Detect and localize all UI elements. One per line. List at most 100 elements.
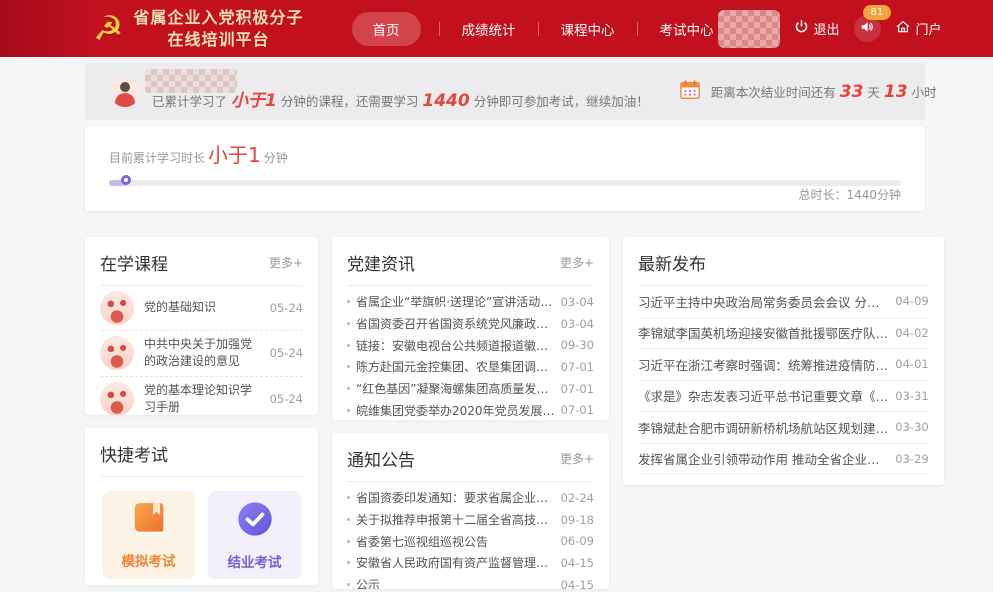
course-item[interactable]: 党的基本理论知识学习手册 05-24	[100, 376, 303, 415]
news-text: 陈方赴国元金控集团、农垦集团调研督导	[356, 358, 555, 375]
avatar-head	[120, 82, 130, 92]
party-news-more-link[interactable]: 更多+	[560, 254, 594, 271]
party-news-item[interactable]: 陈方赴国元金控集团、农垦集团调研督导 07-01	[347, 356, 594, 378]
progress-label-row: 目前累计学习时长小于1分钟	[109, 139, 901, 168]
bullet-dot	[347, 409, 350, 412]
party-news-item[interactable]: 链接：安徽电视台公共频道报道徽商职业学院... 09-30	[347, 334, 594, 356]
progress-unit: 分钟	[264, 151, 288, 165]
latest-date: 04-01	[895, 357, 928, 371]
news-text: 省国资委召开省国资系统党风廉政建设和反腐...	[356, 315, 555, 332]
notice-item[interactable]: 省委第七巡视组巡视公告 06-09	[347, 530, 594, 552]
course-name: 中共中央关于加强党的政治建设的意见	[144, 336, 260, 371]
study-minutes-done: 小于1	[227, 91, 281, 111]
news-date: 07-01	[561, 382, 594, 396]
course-thumbnail	[100, 336, 134, 370]
nav-item-label[interactable]: 课程中心	[557, 12, 619, 46]
news-date: 07-01	[561, 403, 594, 417]
latest-item[interactable]: 发挥省属企业引领带动作用 推动全省企业尽快... 03-29	[638, 444, 929, 476]
mock-exam-button[interactable]: 模拟考试	[102, 491, 195, 579]
study-text-suffix: 分钟即可参加考试，继续加油！	[474, 94, 649, 109]
courses-title: 在学课程	[100, 250, 168, 275]
courses-more-link[interactable]: 更多+	[269, 254, 303, 271]
party-news-title: 党建资讯	[347, 250, 415, 275]
notice-item[interactable]: 公示 04-15	[347, 574, 594, 589]
portal-button[interactable]: 门户	[895, 19, 942, 39]
latest-text: 李锦斌赴合肥市调研新桥机场航站区规划建设...	[638, 418, 889, 437]
course-date: 05-24	[270, 301, 303, 315]
notice-date: 04-15	[561, 578, 594, 589]
top-header: ☭ 省属企业入党积极分子 在线培训平台 首页 成绩统计 课程中心 考试中心	[0, 0, 993, 57]
party-news-item[interactable]: 皖维集团党委举办2020年党员发展对象培训班... 07-01	[347, 399, 594, 420]
nav-item-label[interactable]: 首页	[352, 12, 421, 46]
final-exam-label[interactable]: 结业考试	[228, 551, 282, 571]
deadline-days-unit: 天	[867, 85, 880, 100]
latest-text: 《求是》杂志发表习近平总书记重要文章《在...	[638, 386, 889, 405]
nav-item-label[interactable]: 成绩统计	[458, 12, 520, 46]
notice-item[interactable]: 安徽省人民政府国有资产监督管理委员会网站... 04-15	[347, 552, 594, 574]
latest-date: 04-02	[895, 326, 928, 340]
bullet-dot	[347, 365, 350, 368]
bullet-dot	[347, 300, 350, 303]
logout-label[interactable]: 退出	[814, 19, 840, 38]
course-item[interactable]: 中共中央关于加强党的政治建设的意见 05-24	[100, 330, 303, 376]
nav-item[interactable]: 考试中心	[619, 12, 718, 46]
party-news-item[interactable]: “红色基因”凝聚海螺集团高质量发展磅礴力... 07-01	[347, 378, 594, 400]
notice-item[interactable]: 省国资委印发通知：要求省属企业认真贯彻落... 02-24	[347, 487, 594, 509]
nav-item-label[interactable]: 考试中心	[656, 12, 718, 46]
latest-list: 习近平主持中央政治局常务委员会会议 分析国... 04-09 李锦斌李国英机场迎…	[638, 286, 929, 475]
course-name: 党的基本理论知识学习手册	[144, 382, 260, 415]
bullet-dot	[347, 518, 350, 521]
latest-text: 习近平主持中央政治局常务委员会会议 分析国...	[638, 292, 889, 311]
news-text: 皖维集团党委举办2020年党员发展对象培训班...	[356, 402, 555, 419]
course-item[interactable]: 党的基础知识 05-24	[100, 286, 303, 330]
party-news-item[interactable]: 省属企业“举旗帜·送理论”宣讲活动走进华安... 03-04	[347, 291, 594, 313]
avatar-body	[115, 93, 135, 107]
bullet-dot	[347, 496, 350, 499]
quick-exam-title: 快捷考试	[100, 441, 168, 466]
announcement-button[interactable]: 81	[854, 15, 881, 42]
final-exam-button[interactable]: 结业考试	[208, 491, 301, 579]
progress-handle[interactable]	[121, 175, 131, 185]
latest-text: 发挥省属企业引领带动作用 推动全省企业尽快...	[638, 449, 889, 468]
bullet-dot	[347, 540, 350, 543]
censored-username	[718, 10, 780, 48]
party-news-item[interactable]: 省国资委召开省国资系统党风廉政建设和反腐... 03-04	[347, 313, 594, 335]
portal-label[interactable]: 门户	[916, 19, 942, 38]
news-date: 07-01	[561, 360, 594, 374]
latest-date: 03-30	[895, 420, 928, 434]
latest-title: 最新发布	[638, 250, 706, 275]
news-text: 链接：安徽电视台公共频道报道徽商职业学院...	[356, 337, 555, 354]
news-date: 03-04	[561, 317, 594, 331]
courses-list: 党的基础知识 05-24 中共中央关于加强党的政治建设的意见 05-24 党的基	[100, 286, 303, 415]
notice-item[interactable]: 关于拟推荐申报第十二届全省高技能人才评选... 09-18	[347, 509, 594, 531]
course-date: 05-24	[270, 346, 303, 360]
notice-date: 06-09	[561, 534, 594, 548]
nav-item[interactable]: 课程中心	[520, 12, 619, 46]
nav-item[interactable]: 成绩统计	[421, 12, 520, 46]
latest-item[interactable]: 习近平主持中央政治局常务委员会会议 分析国... 04-09	[638, 286, 929, 318]
latest-item[interactable]: 习近平在浙江考察时强调：统筹推进疫情防控... 04-01	[638, 349, 929, 381]
notice-date: 04-15	[561, 556, 594, 570]
notice-date: 02-24	[561, 491, 594, 505]
notice-text: 省委第七巡视组巡视公告	[356, 533, 555, 550]
news-date: 03-04	[561, 295, 594, 309]
bullet-dot	[347, 322, 350, 325]
latest-date: 03-31	[895, 389, 928, 403]
mock-exam-label[interactable]: 模拟考试	[122, 550, 176, 570]
logout-button[interactable]: 退出	[794, 19, 840, 38]
latest-date: 04-09	[895, 294, 928, 308]
nav-item[interactable]: 首页	[352, 12, 421, 46]
speaker-icon	[860, 19, 874, 38]
progress-label: 目前累计学习时长	[109, 151, 205, 165]
latest-item[interactable]: 《求是》杂志发表习近平总书记重要文章《在... 03-31	[638, 381, 929, 413]
deadline-prefix: 距离本次结业时间还有	[711, 85, 836, 100]
progress-track	[109, 180, 901, 186]
latest-item[interactable]: 李锦斌李国英机场迎接安徽首批援鄂医疗队凯... 04-02	[638, 318, 929, 350]
notices-more-link[interactable]: 更多+	[560, 450, 594, 467]
book-icon	[130, 500, 168, 542]
party-emblem-icon: ☭	[93, 12, 123, 46]
latest-item[interactable]: 李锦斌赴合肥市调研新桥机场航站区规划建设... 03-30	[638, 412, 929, 444]
notice-text: 省国资委印发通知：要求省属企业认真贯彻落...	[356, 489, 555, 506]
notice-text: 关于拟推荐申报第十二届全省高技能人才评选...	[356, 511, 555, 528]
site-title: 省属企业入党积极分子 在线培训平台	[133, 7, 303, 50]
